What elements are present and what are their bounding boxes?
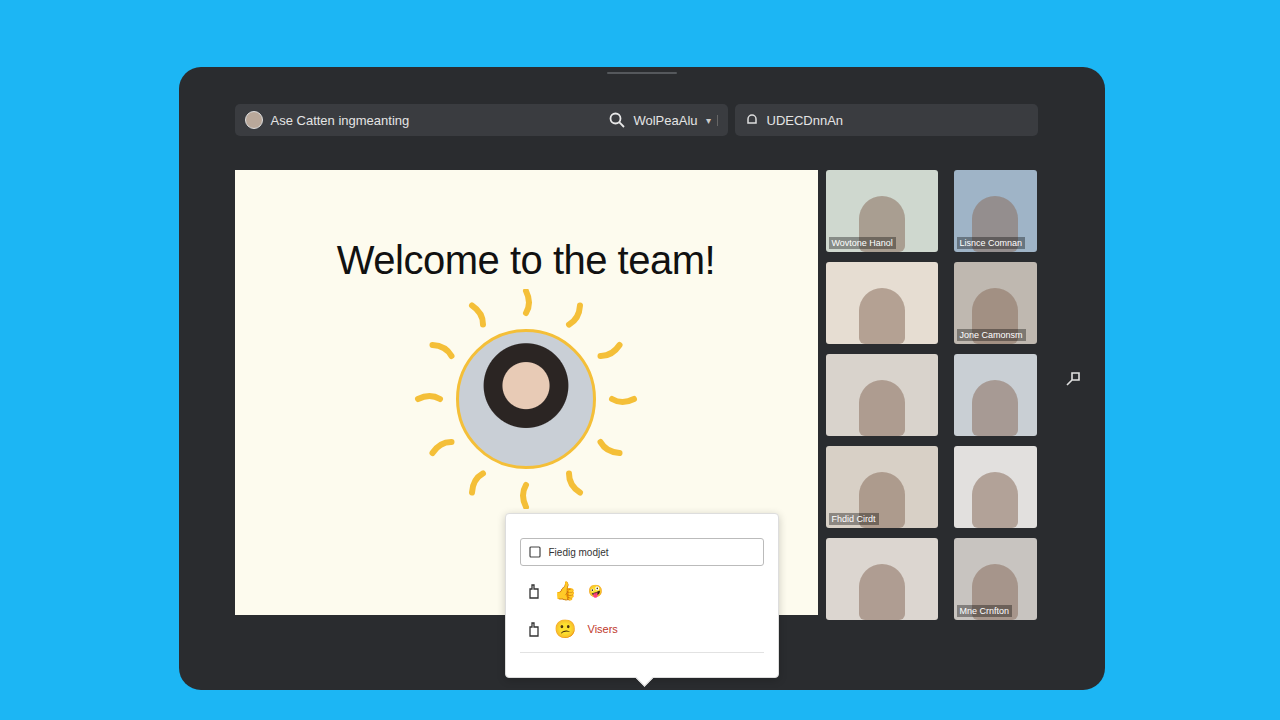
meeting-field[interactable]: Ase Catten ingmeanting WolPeaAlu ▾ — [235, 104, 728, 136]
device-field[interactable]: UDECDnnAn — [735, 104, 1038, 136]
participant-tile[interactable]: Lisnce Comnan — [954, 170, 1037, 252]
bell-icon — [745, 113, 759, 127]
participant-tile[interactable] — [954, 354, 1037, 436]
reaction-row[interactable]: 👍🤪 — [520, 578, 764, 604]
popup-field[interactable]: Fiedig modjet — [520, 538, 764, 566]
participant-photo — [859, 564, 905, 620]
top-bar: Ase Catten ingmeanting WolPeaAlu ▾ UDECDnnA… — [235, 104, 1038, 136]
avatar-icon — [245, 111, 263, 129]
reaction-label: Visers — [588, 623, 618, 635]
participant-tile[interactable]: Mne Crnfton — [954, 538, 1037, 620]
participant-name: Fhdid Cirdt — [829, 513, 879, 525]
participant-name: Wovtone Hanol — [829, 237, 896, 249]
reaction-popup: Fiedig modjet👍🤪😕Visers — [505, 513, 779, 678]
dropdown-icon[interactable]: ▾ — [706, 115, 718, 126]
notch — [607, 72, 677, 74]
page: Ase Catten ingmeanting WolPeaAlu ▾ UDECDnnA… — [0, 0, 1280, 720]
search-text: WolPeaAlu — [633, 113, 697, 128]
participant-photo — [972, 472, 1018, 528]
participant-photo — [859, 288, 905, 344]
note-icon — [529, 546, 541, 558]
reaction-extra[interactable]: 🤪 — [588, 584, 603, 598]
participant-name: Mne Crnfton — [957, 605, 1013, 617]
new-member-photo — [456, 329, 596, 469]
popup-arrow — [635, 668, 653, 686]
sun-figure — [396, 289, 656, 509]
hand-icon — [526, 621, 542, 637]
participant-tile[interactable]: Fhdid Cirdt — [826, 446, 938, 528]
participant-tile[interactable] — [954, 446, 1037, 528]
participant-tile[interactable] — [826, 262, 938, 344]
cursor-icon[interactable] — [1063, 369, 1083, 389]
participant-photo — [859, 380, 905, 436]
divider — [520, 652, 764, 653]
reaction-emoji[interactable]: 👍 — [554, 580, 576, 602]
participant-tile[interactable]: Wovtone Hanol — [826, 170, 938, 252]
search-icon[interactable] — [609, 112, 625, 128]
participant-name: Lisnce Comnan — [957, 237, 1026, 249]
participant-photo — [972, 380, 1018, 436]
participant-tile[interactable] — [826, 538, 938, 620]
hand-icon — [526, 583, 542, 599]
participant-tile[interactable]: Jone Camonsm — [954, 262, 1037, 344]
participant-tile[interactable] — [826, 354, 938, 436]
participant-name: Jone Camonsm — [957, 329, 1026, 341]
reaction-emoji[interactable]: 😕 — [554, 618, 576, 640]
device-text: UDECDnnAn — [767, 113, 844, 128]
tablet-frame: Ase Catten ingmeanting WolPeaAlu ▾ UDECDnnA… — [179, 67, 1105, 690]
slide-title: Welcome to the team! — [337, 238, 715, 283]
participant-grid: Wovtone Hanol Lisnce Comnan Jone Camonsm Fh… — [826, 170, 1037, 620]
reaction-row[interactable]: 😕 Visers — [520, 616, 764, 642]
popup-field-text: Fiedig modjet — [549, 547, 609, 558]
meeting-title: Ase Catten ingmeanting — [271, 113, 602, 128]
